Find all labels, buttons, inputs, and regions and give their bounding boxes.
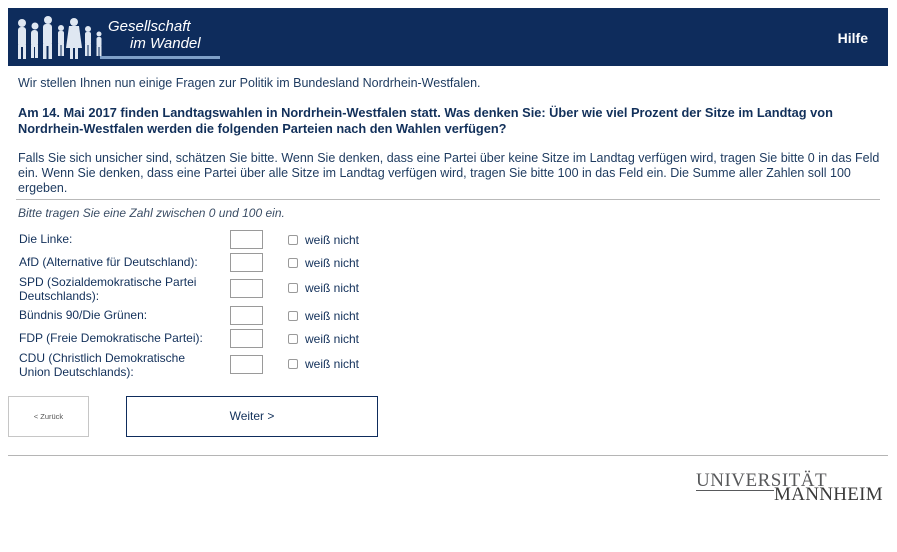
party-percent-input[interactable] [230, 355, 263, 374]
universitaet-mannheim-logo: UNIVERSITÄT MANNHEIM [696, 470, 883, 505]
party-row-linke: Die Linke: weiß nicht [19, 230, 379, 250]
header-bar: Gesellschaft im Wandel Hilfe [8, 8, 888, 66]
party-label: FDP (Freie Demokratische Partei): [19, 331, 203, 345]
dont-know-label[interactable]: weiß nicht [305, 309, 359, 323]
party-percent-input[interactable] [230, 230, 263, 249]
dont-know-checkbox[interactable] [288, 258, 298, 268]
party-row-spd: SPD (Sozialdemokratische Partei Deutschl… [19, 275, 379, 305]
help-link[interactable]: Hilfe [838, 30, 868, 46]
party-row-fdp: FDP (Freie Demokratische Partei): weiß n… [19, 329, 379, 349]
input-hint: Bitte tragen Sie eine Zahl zwischen 0 un… [18, 206, 285, 220]
party-percent-input[interactable] [230, 306, 263, 325]
back-button[interactable]: < Zurück [8, 396, 89, 437]
party-label: SPD (Sozialdemokratische Partei Deutschl… [19, 275, 197, 303]
dont-know-checkbox[interactable] [288, 359, 298, 369]
dont-know-checkbox[interactable] [288, 334, 298, 344]
party-label: AfD (Alternative für Deutschland): [19, 255, 198, 269]
next-button[interactable]: Weiter > [126, 396, 378, 437]
university-logo-rule [696, 490, 774, 491]
logo-line-2: im Wandel [130, 35, 201, 52]
logo-line-1: Gesellschaft [108, 18, 191, 35]
dont-know-label[interactable]: weiß nicht [305, 332, 359, 346]
party-row-afd: AfD (Alternative für Deutschland): weiß … [19, 253, 379, 273]
party-percent-input[interactable] [230, 253, 263, 272]
party-label: CDU (Christlich Demokratische Union Deut… [19, 351, 186, 379]
party-label: Bündnis 90/Die Grünen: [19, 308, 148, 322]
dont-know-label[interactable]: weiß nicht [305, 233, 359, 247]
dont-know-label[interactable]: weiß nicht [305, 357, 359, 371]
question-text: Am 14. Mai 2017 finden Landtagswahlen in… [18, 105, 833, 136]
dont-know-label[interactable]: weiß nicht [305, 281, 359, 295]
party-percent-input[interactable] [230, 329, 263, 348]
university-line-2: MANNHEIM [774, 484, 884, 505]
intro-text: Wir stellen Ihnen nun einige Fragen zur … [18, 76, 481, 90]
instruction-text: Falls Sie sich unsicher sind, schätzen S… [18, 151, 880, 195]
people-silhouettes-icon [18, 16, 102, 59]
footer-divider [8, 455, 888, 456]
dont-know-checkbox[interactable] [288, 283, 298, 293]
party-row-gruene: Bündnis 90/Die Grünen: weiß nicht [19, 306, 379, 326]
logo-text: Gesellschaft im Wandel [108, 18, 201, 52]
party-label: Die Linke: [19, 232, 73, 246]
party-row-cdu: CDU (Christlich Demokratische Union Deut… [19, 351, 379, 381]
party-percent-input[interactable] [230, 279, 263, 298]
dont-know-label[interactable]: weiß nicht [305, 256, 359, 270]
logo-stripe [100, 56, 220, 59]
divider [16, 199, 880, 200]
dont-know-checkbox[interactable] [288, 235, 298, 245]
gesellschaft-im-wandel-logo: Gesellschaft im Wandel [8, 8, 228, 66]
dont-know-checkbox[interactable] [288, 311, 298, 321]
